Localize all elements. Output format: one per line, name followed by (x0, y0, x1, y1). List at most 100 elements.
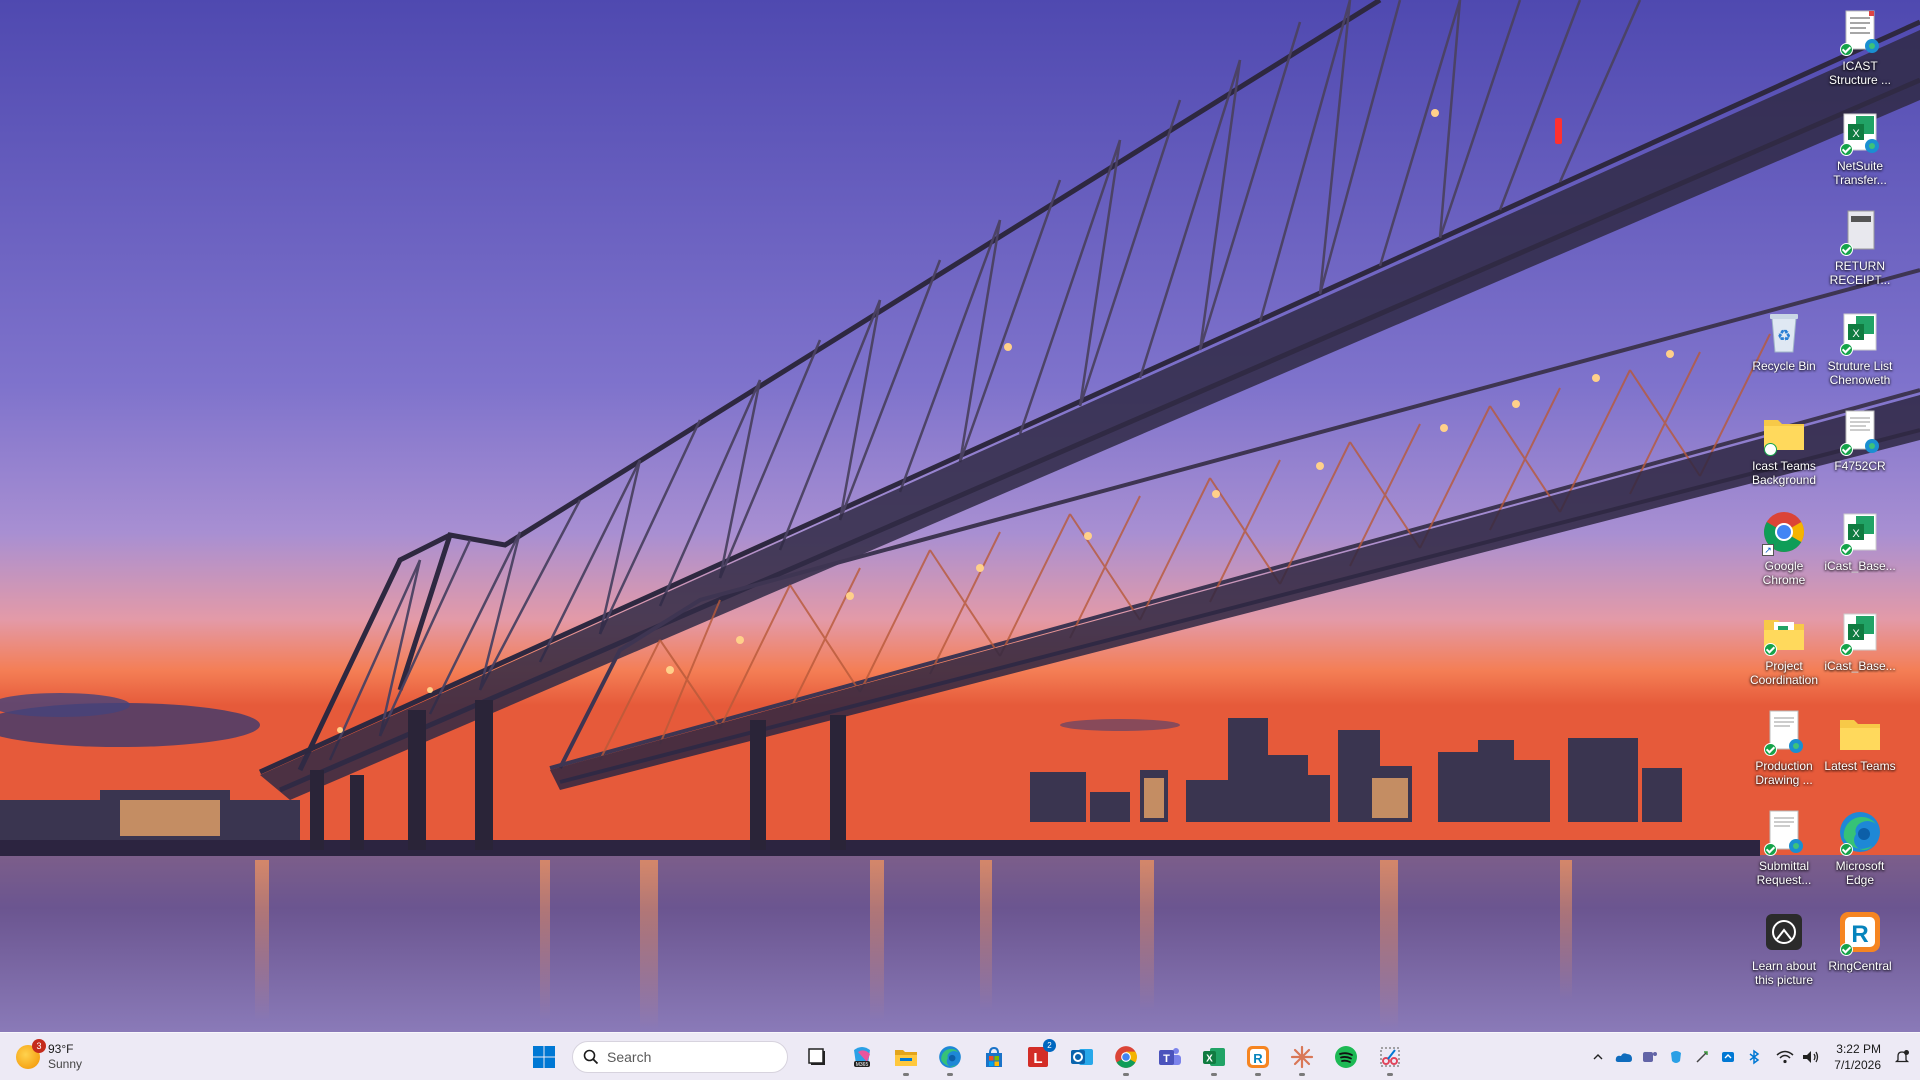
sync-status-icon (1840, 543, 1853, 556)
weather-temperature: 93°F (48, 1042, 74, 1056)
snipping-tool-button[interactable] (1370, 1037, 1410, 1077)
taskbar-clock[interactable]: 3:22 PM 7/1/2026 (1834, 1041, 1881, 1073)
running-indicator (1211, 1073, 1217, 1076)
sync-status-icon (1764, 743, 1777, 756)
excel-icon: X (1203, 1048, 1225, 1066)
desktop-icon-label: Submittal Request... (1756, 859, 1812, 887)
teams-button[interactable]: T (1150, 1037, 1190, 1077)
desktop-icon-latest-teams[interactable]: Latest Teams (1820, 704, 1900, 800)
security-tray-icon[interactable] (1716, 1045, 1740, 1069)
document-edge-icon (1836, 8, 1884, 56)
notification-bell-icon[interactable] (1890, 1045, 1914, 1069)
running-indicator (947, 1073, 953, 1076)
copilot-icon: M365 (854, 1047, 870, 1068)
document-edge-icon (1760, 808, 1808, 856)
svg-text:X: X (1852, 528, 1860, 540)
desktop-icon-submittal-request[interactable]: Submittal Request... (1744, 804, 1824, 900)
edge-icon (1836, 808, 1884, 856)
desktop-icon-microsoft-edge[interactable]: Microsoft Edge (1820, 804, 1900, 900)
sparkle-app-button[interactable] (1282, 1037, 1322, 1077)
folder-icon (1760, 408, 1808, 456)
spotify-icon (1335, 1046, 1357, 1068)
show-hidden-icons-chevron-icon[interactable] (1586, 1045, 1610, 1069)
running-indicator (1255, 1073, 1261, 1076)
desktop-icon-label: Project Coordination (1749, 659, 1819, 687)
folder-icon (1760, 608, 1808, 656)
excel-file-icon: X (1836, 608, 1884, 656)
store-button[interactable] (974, 1037, 1014, 1077)
ringcentral-button[interactable]: R (1238, 1037, 1278, 1077)
desktop-icon-icast-base-1[interactable]: X iCast_Base... (1820, 504, 1900, 600)
start-button[interactable] (524, 1037, 564, 1077)
task-view-icon (808, 1048, 825, 1065)
desktop-icon-struture-list[interactable]: X Struture List Chenoweth (1820, 304, 1900, 400)
svg-text:M365: M365 (856, 1062, 869, 1068)
taskbar-search[interactable]: Search (572, 1041, 788, 1073)
desktop-icon-return-receipt[interactable]: RETURN RECEIPT... (1820, 204, 1900, 300)
svg-text:♻: ♻ (1777, 326, 1791, 345)
volume-icon[interactable] (1799, 1045, 1823, 1069)
teams-status-icon[interactable] (1638, 1045, 1662, 1069)
store-icon (986, 1046, 1002, 1067)
weather-widget[interactable]: 3 93°F Sunny (16, 1039, 82, 1075)
clock-time: 3:22 PM (1836, 1042, 1881, 1056)
desktop-icon-label: Learn about this picture (1751, 959, 1817, 987)
desktop-icon-f4752cr[interactable]: F4752CR (1820, 404, 1900, 500)
shortcut-arrow-icon: ↗ (1762, 544, 1774, 556)
running-indicator (1299, 1073, 1305, 1076)
folder-icon (895, 1050, 917, 1066)
taskbar-apps: Search M365 L 2 T X R (524, 1037, 1410, 1077)
pen-tray-icon[interactable] (1690, 1045, 1714, 1069)
sync-status-icon (1764, 443, 1777, 456)
windows-logo-icon (533, 1046, 555, 1068)
sync-status-icon (1840, 943, 1853, 956)
copilot-tray-icon[interactable] (1664, 1045, 1688, 1069)
outlook-button[interactable] (1062, 1037, 1102, 1077)
desktop-icon-ringcentral[interactable]: R RingCentral (1820, 904, 1900, 1000)
svg-text:R: R (1253, 1051, 1263, 1066)
ringcentral-icon: R (1247, 1046, 1269, 1068)
desktop-icon-icast-teams-background[interactable]: Icast Teams Background (1744, 404, 1824, 500)
search-icon (583, 1049, 599, 1065)
excel-button[interactable]: X (1194, 1037, 1234, 1077)
desktop-icon-icast-structure[interactable]: ICAST Structure ... (1820, 4, 1900, 100)
desktop-icon-label: Icast Teams Background (1751, 459, 1817, 487)
search-placeholder: Search (607, 1049, 652, 1065)
svg-text:X: X (1852, 328, 1860, 340)
desktop-icon-production-drawing[interactable]: Production Drawing ... (1744, 704, 1824, 800)
sun-icon: 3 (16, 1039, 46, 1069)
sync-status-icon (1840, 143, 1853, 156)
sync-status-icon (1840, 43, 1853, 56)
desktop-icon-project-coordination[interactable]: Project Coordination (1744, 604, 1824, 700)
bluetooth-icon[interactable] (1742, 1045, 1766, 1069)
spotify-button[interactable] (1326, 1037, 1366, 1077)
snipping-tool-icon (1380, 1047, 1400, 1067)
desktop-icon-netsuite-transfer[interactable]: X NetSuite Transfer... (1820, 104, 1900, 200)
notification-badge: 2 (1043, 1039, 1056, 1052)
excel-file-icon: X (1836, 508, 1884, 556)
desktop-icon-google-chrome[interactable]: ↗ Google Chrome (1744, 504, 1824, 600)
file-explorer-button[interactable] (886, 1037, 926, 1077)
edge-icon (939, 1046, 961, 1068)
desktop-icon-icast-base-2[interactable]: X iCast_Base... (1820, 604, 1900, 700)
document-edge-icon (1836, 408, 1884, 456)
chrome-icon (1115, 1046, 1137, 1068)
desktop-icon-label: F4752CR (1834, 459, 1886, 473)
onedrive-icon[interactable] (1612, 1045, 1636, 1069)
desktop-icon-recycle-bin[interactable]: ♻ Recycle Bin (1744, 304, 1824, 400)
desktop-icon-label: Latest Teams (1824, 759, 1896, 773)
sync-status-icon (1840, 843, 1853, 856)
desktop-icon-learn-about-picture[interactable]: Learn about this picture (1744, 904, 1824, 1000)
pdf-document-icon (1836, 208, 1884, 256)
svg-text:R: R (1851, 921, 1868, 948)
lastpass-button[interactable]: L 2 (1018, 1037, 1058, 1077)
taskbar: 3 93°F Sunny Search M365 L 2 T X R 3:22 … (0, 1032, 1920, 1080)
chrome-button[interactable] (1106, 1037, 1146, 1077)
desktop-icon-label: ICAST Structure ... (1828, 59, 1892, 87)
sync-status-icon (1840, 343, 1853, 356)
edge-button[interactable] (930, 1037, 970, 1077)
copilot-button[interactable]: M365 (842, 1037, 882, 1077)
weather-condition: Sunny (48, 1057, 83, 1071)
task-view-button[interactable] (798, 1037, 838, 1077)
wifi-icon[interactable] (1773, 1045, 1797, 1069)
